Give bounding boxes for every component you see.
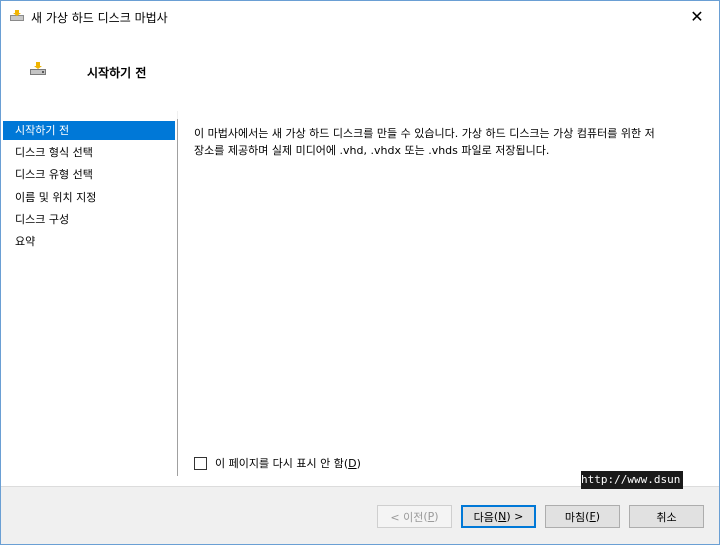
next-button[interactable]: 다음(N) > <box>461 505 536 528</box>
sidebar-item-name-location[interactable]: 이름 및 위치 지정 <box>3 188 175 207</box>
dont-show-option[interactable]: 이 페이지를 다시 표시 안 함(D) <box>194 455 361 471</box>
sidebar-item-choose-type[interactable]: 디스크 유형 선택 <box>3 165 175 184</box>
page-title: 시작하기 전 <box>87 66 147 80</box>
wizard-steps-nav: 시작하기 전 디스크 형식 선택 디스크 유형 선택 이름 및 위치 지정 디스… <box>1 111 177 476</box>
title-bar: 새 가상 하드 디스크 마법사 ✕ <box>1 1 719 31</box>
cancel-button[interactable]: 취소 <box>629 505 704 528</box>
window-title: 새 가상 하드 디스크 마법사 <box>31 11 168 25</box>
wizard-window: 새 가상 하드 디스크 마법사 ✕ 시작하기 전 시작하기 전 디스크 형식 선… <box>0 0 720 545</box>
sidebar-item-configure-disk[interactable]: 디스크 구성 <box>3 210 175 229</box>
page-header: 시작하기 전 <box>1 31 719 111</box>
sidebar-item-summary[interactable]: 요약 <box>3 232 175 251</box>
disk-icon <box>30 62 46 75</box>
wizard-description: 이 마법사에서는 새 가상 하드 디스크를 만들 수 있습니다. 가상 하드 디… <box>194 127 655 157</box>
finish-button[interactable]: 마침(F) <box>545 505 620 528</box>
watermark: http://www.dsun. <box>581 471 687 489</box>
close-icon: ✕ <box>690 6 704 26</box>
dont-show-checkbox[interactable] <box>194 456 207 470</box>
content-pane: 이 마법사에서는 새 가상 하드 디스크를 만들 수 있습니다. 가상 하드 디… <box>178 111 719 476</box>
previous-button[interactable]: < 이전(P) <box>377 505 452 528</box>
sidebar-item-choose-format[interactable]: 디스크 형식 선택 <box>3 143 175 162</box>
disk-icon <box>10 10 24 21</box>
sidebar-item-before-you-begin[interactable]: 시작하기 전 <box>3 121 175 140</box>
dont-show-label: 이 페이지를 다시 표시 안 함(D) <box>215 457 361 470</box>
close-button[interactable]: ✕ <box>675 1 719 31</box>
